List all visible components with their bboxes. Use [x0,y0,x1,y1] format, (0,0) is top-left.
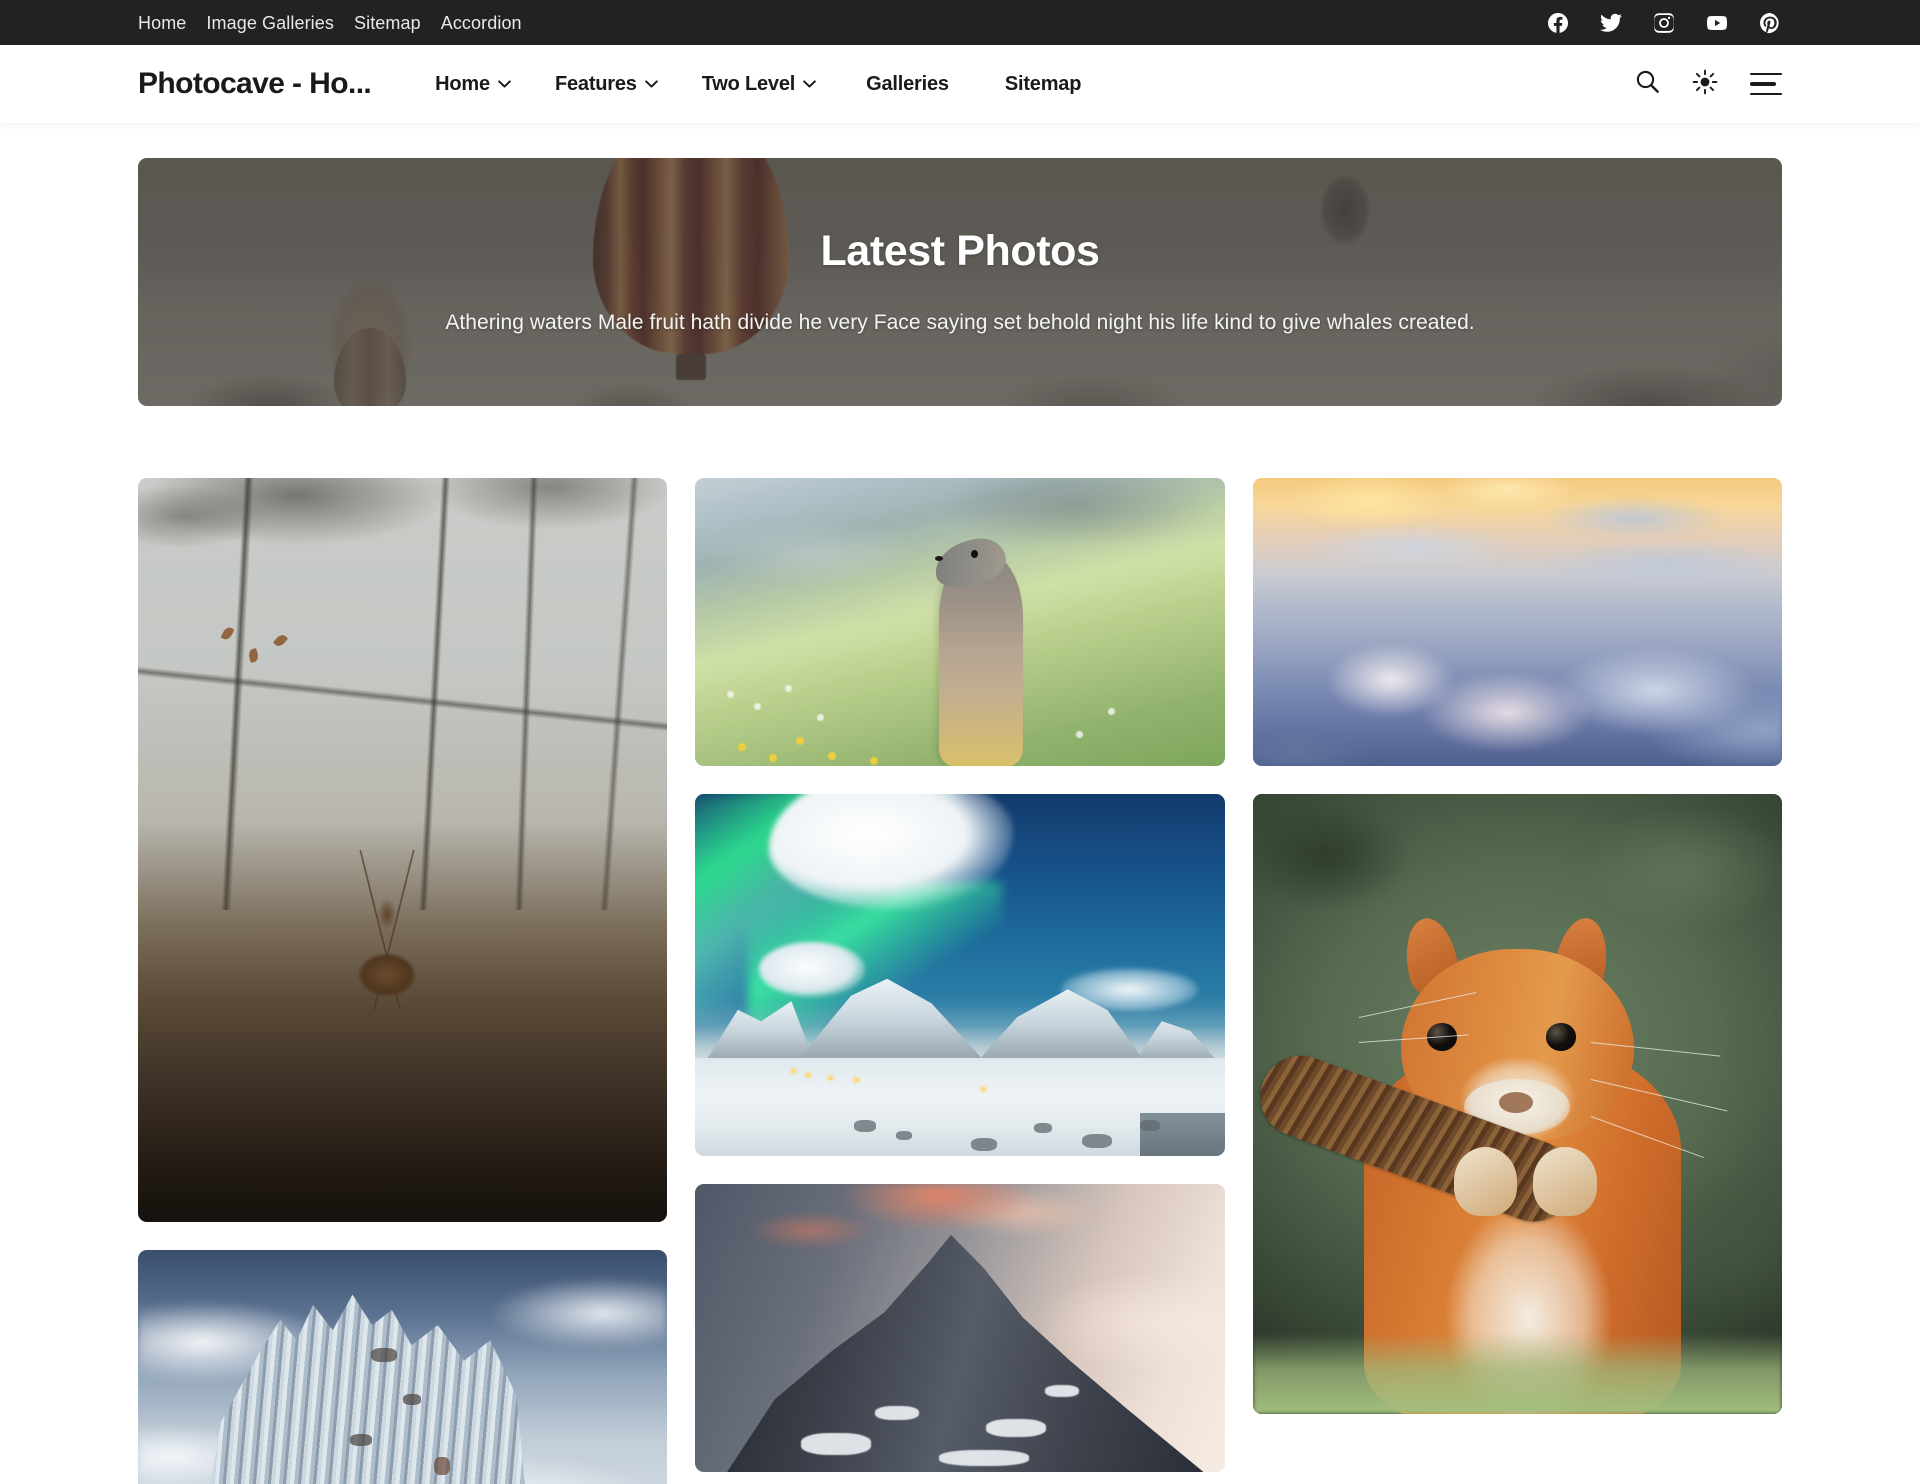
gallery-column-1 [138,478,668,1484]
light-mode-icon[interactable] [1692,69,1718,100]
chevron-down-icon [803,80,816,88]
site-header: Photocave - Ho... Home Features Two Leve… [0,45,1920,123]
topbar-link-home[interactable]: Home [138,14,186,32]
page-content: Latest Photos Athering waters Male fruit… [0,158,1920,1484]
hero-banner: Latest Photos Athering waters Male fruit… [138,158,1782,406]
photo-image-deer [138,478,668,1222]
instagram-icon[interactable] [1652,11,1676,35]
header-tools [1635,69,1782,100]
gallery-item-mountain-peak[interactable] [695,1184,1225,1472]
nav-item-two-level[interactable]: Two Level [680,73,838,96]
gallery-item-deer[interactable] [138,478,668,1222]
photo-image-squirrel [1252,794,1782,1414]
nav-label: Home [435,72,490,95]
photo-gallery-grid [138,478,1782,1484]
photo-image-marmot [695,478,1225,766]
gallery-item-ice-ridge[interactable] [138,1250,668,1484]
photo-image-ice-ridge [138,1250,668,1484]
nav-item-features[interactable]: Features [533,73,680,96]
gallery-column-2 [695,478,1225,1484]
photo-image-mountain-peak [695,1184,1225,1472]
photo-image-aurora [695,794,1225,1156]
nav-item-galleries[interactable]: Galleries [838,73,977,96]
gallery-item-marmot[interactable] [695,478,1225,766]
nav-label: Features [554,72,637,95]
chevron-down-icon [644,80,658,88]
gallery-column-3 [1252,478,1782,1484]
gallery-item-aurora[interactable] [695,794,1225,1156]
hamburger-menu-icon[interactable] [1750,73,1782,95]
utility-top-bar: Home Image Galleries Sitemap Accordion [0,0,1920,45]
main-navigation: Home Features Two Level Galleries Sitema… [413,73,1109,96]
photo-image-clouds [1252,478,1782,766]
nav-label: Galleries [866,72,949,95]
topbar-link-accordion[interactable]: Accordion [441,14,522,32]
facebook-icon[interactable] [1546,11,1570,35]
hero-subtitle: Athering waters Male fruit hath divide h… [445,310,1475,334]
gallery-item-clouds[interactable] [1252,478,1782,766]
page-title: Latest Photos [820,226,1100,275]
pinterest-icon[interactable] [1758,11,1782,35]
search-icon[interactable] [1635,69,1660,99]
topbar-link-image-galleries[interactable]: Image Galleries [206,14,334,32]
nav-label: Two Level [701,72,796,95]
nav-item-home[interactable]: Home [413,73,533,96]
utility-nav: Home Image Galleries Sitemap Accordion [138,14,522,32]
nav-item-sitemap[interactable]: Sitemap [977,73,1109,96]
gallery-item-squirrel[interactable] [1252,794,1782,1414]
topbar-link-sitemap[interactable]: Sitemap [354,14,421,32]
youtube-icon[interactable] [1705,11,1729,35]
twitter-icon[interactable] [1599,11,1623,35]
nav-label: Sitemap [1004,72,1082,95]
chevron-down-icon [498,80,511,88]
site-logo[interactable]: Photocave - Ho... [138,67,371,101]
social-links [1546,11,1782,35]
